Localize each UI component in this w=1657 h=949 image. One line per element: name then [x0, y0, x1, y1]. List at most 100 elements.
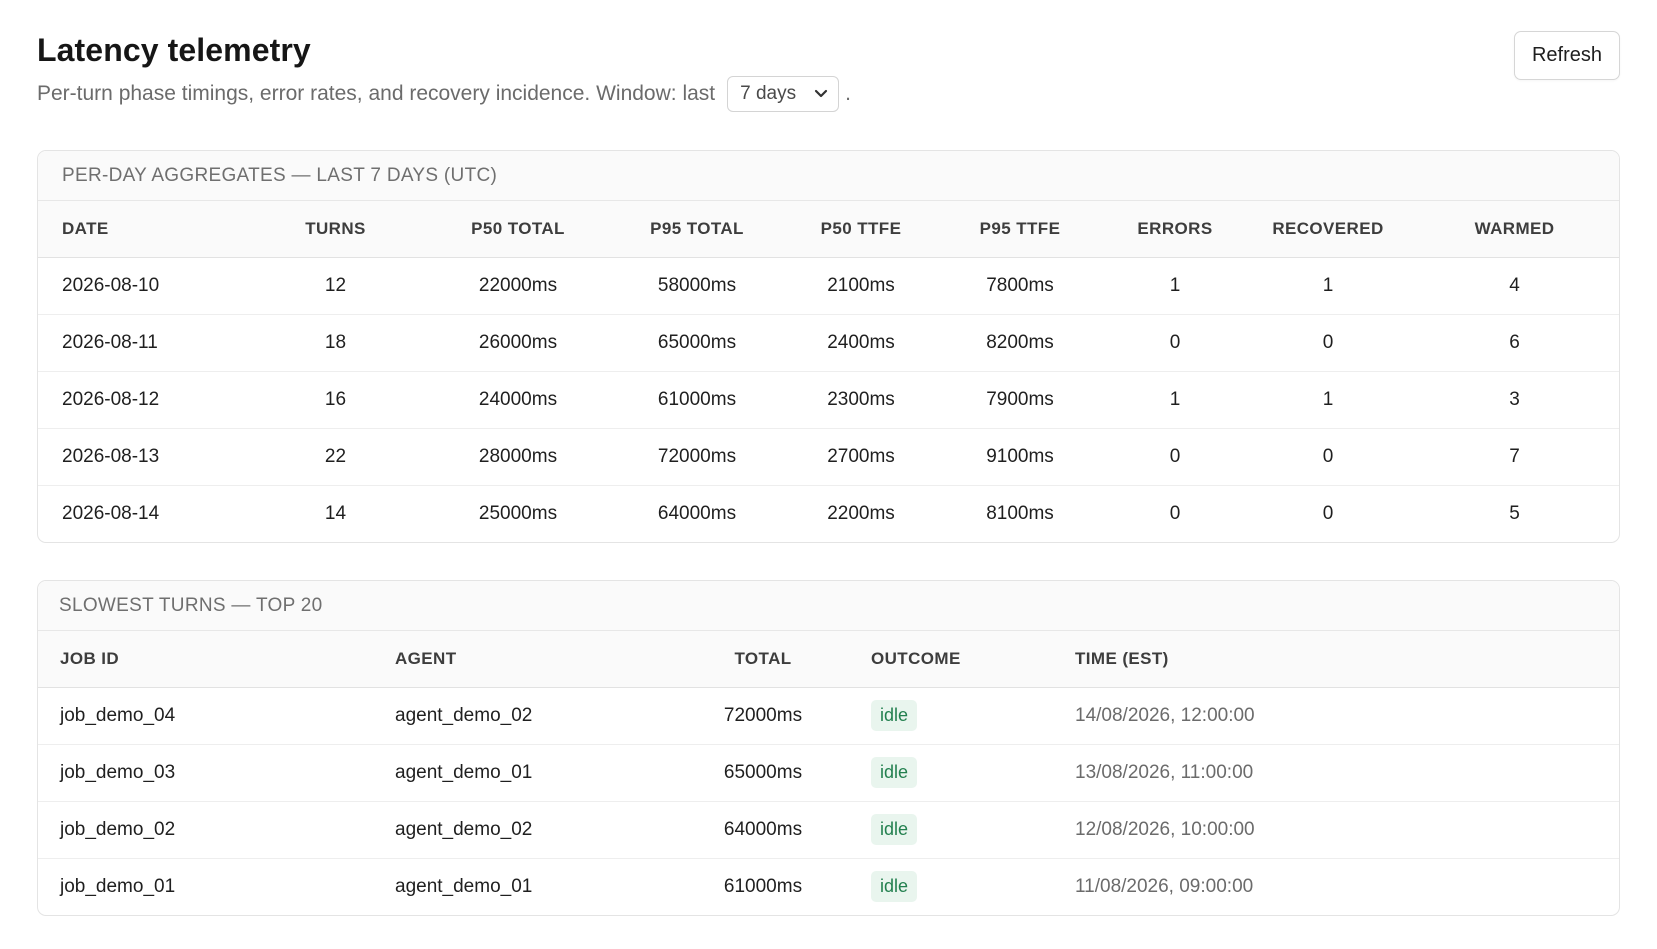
- table-row: 2026-08-13 22 28000ms 72000ms 2700ms 910…: [38, 428, 1619, 485]
- cell-p95-total: 61000ms: [657, 388, 737, 410]
- subtitle-suffix: .: [845, 82, 851, 105]
- window-select[interactable]: 7 days: [727, 76, 840, 112]
- page-header: Latency telemetry Per-turn phase timings…: [37, 0, 1620, 145]
- cell-total: 65000ms: [723, 761, 803, 783]
- aggregates-card: PER-DAY AGGREGATES — LAST 7 DAYS (UTC) D…: [37, 150, 1620, 543]
- cell-p50-ttfe: 2300ms: [827, 388, 895, 410]
- column-header-outcome[interactable]: OUTCOME: [843, 631, 1063, 687]
- outcome-badge: idle: [871, 700, 918, 731]
- cell-date: 2026-08-11: [62, 331, 158, 353]
- cell-warmed: 6: [1509, 331, 1520, 353]
- window-select-value: 7 days: [740, 83, 797, 104]
- cell-p50-ttfe: 2400ms: [827, 331, 895, 353]
- cell-p50-ttfe: 2700ms: [827, 445, 895, 467]
- aggregates-table: DATE TURNS P50 TOTAL P95 TOTAL P50 TTFE …: [38, 201, 1619, 542]
- cell-p50-total: 22000ms: [478, 274, 558, 296]
- slowest-turns-card-title: SLOWEST TURNS — TOP 20: [38, 581, 1619, 631]
- cell-outcome: idle: [843, 801, 1063, 858]
- column-header-date[interactable]: DATE: [38, 201, 243, 257]
- cell-date: 2026-08-10: [62, 274, 160, 296]
- cell-p50-total: 25000ms: [478, 502, 558, 524]
- table-row[interactable]: job_demo_04 agent_demo_02 72000ms idle 1…: [38, 687, 1619, 744]
- cell-recovered: 0: [1322, 502, 1334, 524]
- page-title: Latency telemetry: [37, 32, 311, 68]
- cell-errors: 1: [1169, 388, 1181, 410]
- cell-agent: agent_demo_01: [395, 761, 533, 783]
- column-header-recovered[interactable]: RECOVERED: [1246, 201, 1410, 257]
- slowest-turns-card: SLOWEST TURNS — TOP 20 JOB ID AGENT TOTA…: [37, 580, 1620, 916]
- cell-p95-total: 72000ms: [657, 445, 737, 467]
- cell-agent: agent_demo_02: [395, 704, 533, 726]
- outcome-badge: idle: [871, 871, 918, 903]
- cell-p95-total: 58000ms: [657, 274, 737, 296]
- cell-p95-ttfe: 8200ms: [986, 331, 1054, 353]
- cell-p50-total: 24000ms: [478, 388, 558, 410]
- refresh-button[interactable]: Refresh: [1514, 31, 1620, 80]
- cell-total: 72000ms: [723, 704, 803, 726]
- cell-turns: 16: [324, 388, 347, 410]
- outcome-badge: idle: [871, 814, 918, 845]
- cell-errors: 0: [1169, 445, 1181, 467]
- slowest-header-row: JOB ID AGENT TOTAL OUTCOME TIME (EST): [38, 631, 1619, 687]
- column-header-p50-total[interactable]: P50 TOTAL: [428, 201, 608, 257]
- column-header-p50-ttfe[interactable]: P50 TTFE: [786, 201, 936, 257]
- cell-job-id: job_demo_02: [60, 818, 176, 840]
- slowest-turns-table: JOB ID AGENT TOTAL OUTCOME TIME (EST) jo…: [38, 631, 1619, 915]
- cell-p95-ttfe: 7900ms: [986, 388, 1054, 410]
- cell-warmed: 5: [1509, 502, 1520, 524]
- cell-p95-ttfe: 8100ms: [986, 502, 1054, 524]
- column-header-warmed[interactable]: WARMED: [1410, 201, 1619, 257]
- cell-outcome: idle: [843, 858, 1063, 915]
- column-header-turns[interactable]: TURNS: [243, 201, 428, 257]
- cell-time: 12/08/2026, 10:00:00: [1075, 818, 1255, 840]
- table-row: 2026-08-12 16 24000ms 61000ms 2300ms 790…: [38, 371, 1619, 428]
- table-row[interactable]: job_demo_03 agent_demo_01 65000ms idle 1…: [38, 744, 1619, 801]
- outcome-badge: idle: [871, 757, 918, 788]
- cell-warmed: 3: [1509, 388, 1520, 410]
- cell-errors: 1: [1169, 274, 1181, 296]
- cell-turns: 12: [324, 274, 347, 296]
- aggregates-header-row: DATE TURNS P50 TOTAL P95 TOTAL P50 TTFE …: [38, 201, 1619, 257]
- cell-date: 2026-08-14: [62, 502, 160, 524]
- cell-errors: 0: [1169, 502, 1181, 524]
- cell-job-id: job_demo_01: [60, 875, 176, 897]
- cell-p50-ttfe: 2200ms: [827, 502, 895, 524]
- cell-date: 2026-08-12: [62, 388, 160, 410]
- column-header-p95-total[interactable]: P95 TOTAL: [608, 201, 786, 257]
- cell-p95-ttfe: 7800ms: [986, 274, 1054, 296]
- cell-turns: 22: [324, 445, 347, 467]
- cell-p95-total: 64000ms: [657, 502, 737, 524]
- cell-turns: 18: [324, 331, 347, 353]
- cell-recovered: 1: [1322, 274, 1334, 296]
- table-row: 2026-08-14 14 25000ms 64000ms 2200ms 810…: [38, 485, 1619, 542]
- cell-agent: agent_demo_01: [395, 875, 533, 897]
- cell-agent: agent_demo_02: [395, 818, 533, 840]
- page-subtitle: Per-turn phase timings, error rates, and…: [37, 76, 851, 112]
- cell-outcome: idle: [843, 687, 1063, 744]
- cell-time: 13/08/2026, 11:00:00: [1075, 761, 1254, 783]
- cell-outcome: idle: [843, 744, 1063, 801]
- aggregates-card-title: PER-DAY AGGREGATES — LAST 7 DAYS (UTC): [38, 151, 1619, 201]
- cell-date: 2026-08-13: [62, 445, 160, 467]
- column-header-agent[interactable]: AGENT: [373, 631, 683, 687]
- table-row: 2026-08-11 18 26000ms 65000ms 2400ms 820…: [38, 314, 1619, 371]
- cell-warmed: 4: [1509, 274, 1520, 296]
- column-header-job-id[interactable]: JOB ID: [38, 631, 373, 687]
- cell-p50-total: 28000ms: [478, 445, 558, 467]
- column-header-time[interactable]: TIME (EST): [1063, 631, 1619, 687]
- table-row: 2026-08-10 12 22000ms 58000ms 2100ms 780…: [38, 257, 1619, 314]
- column-header-total[interactable]: TOTAL: [683, 631, 843, 687]
- cell-p95-total: 65000ms: [657, 331, 737, 353]
- cell-recovered: 1: [1322, 388, 1334, 410]
- chevron-down-icon: [814, 86, 828, 102]
- cell-total: 64000ms: [723, 818, 803, 840]
- cell-total: 61000ms: [723, 875, 803, 897]
- cell-errors: 0: [1169, 331, 1181, 353]
- cell-p50-total: 26000ms: [478, 331, 558, 353]
- table-row[interactable]: job_demo_01 agent_demo_01 61000ms idle 1…: [38, 858, 1619, 915]
- column-header-errors[interactable]: ERRORS: [1104, 201, 1246, 257]
- column-header-p95-ttfe[interactable]: P95 TTFE: [936, 201, 1104, 257]
- cell-warmed: 7: [1509, 445, 1520, 467]
- cell-turns: 14: [324, 502, 347, 524]
- table-row[interactable]: job_demo_02 agent_demo_02 64000ms idle 1…: [38, 801, 1619, 858]
